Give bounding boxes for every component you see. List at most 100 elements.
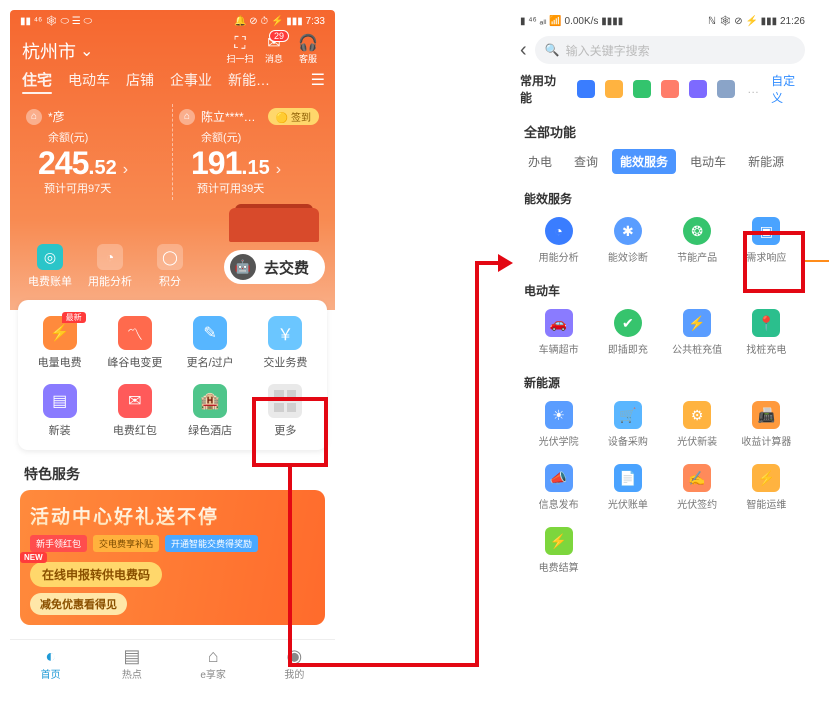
customer-service-button[interactable]: 🎧 客服 (291, 36, 325, 65)
bill-button[interactable]: ◎ 电费账单 (20, 244, 80, 290)
quick-icon[interactable] (689, 80, 707, 98)
search-input[interactable]: 🔍 输入关键字搜索 (535, 36, 805, 64)
subcategory-tab[interactable]: 能效服务 (612, 149, 676, 174)
function-label: 找桩充电 (732, 341, 801, 356)
function-icon: 📠 (752, 401, 780, 429)
function-icon: ￥ (268, 316, 302, 350)
function-icon: ⚡ (683, 309, 711, 337)
function-item[interactable]: 🏨 绿色酒店 (173, 378, 248, 446)
function-label: 公共桩充值 (663, 341, 732, 356)
function-label: 光伏签约 (663, 496, 732, 511)
function-item[interactable]: ✱ 能效诊断 (593, 211, 662, 274)
chevron-right-icon: › (123, 161, 128, 179)
function-icon: ▤ (43, 384, 77, 418)
function-item[interactable]: ⚡ 公共桩充值 (663, 303, 732, 366)
prediction-text: 预计可用39天 (197, 180, 319, 196)
subcategory-tab[interactable]: 电动车 (682, 149, 734, 174)
function-item[interactable]: ▤ 新装 (22, 378, 97, 446)
function-item[interactable]: ￥ 交业务费 (248, 310, 323, 378)
category-tabs: 办电查询能效服务电动车新能源 (510, 147, 815, 182)
function-item[interactable]: ◔ 用能分析 (524, 211, 593, 274)
customize-button[interactable]: 自定义 (771, 72, 805, 106)
function-item[interactable]: ⚙ 光伏新装 (663, 395, 732, 458)
function-item[interactable]: 最新 ⚡ 电量电费 (22, 310, 97, 378)
quick-icon[interactable] (661, 80, 679, 98)
function-item[interactable]: ⚡ 电费结算 (524, 521, 593, 584)
back-button[interactable]: ‹ (520, 39, 527, 62)
city-select[interactable]: 杭州市 (22, 38, 76, 64)
action-row: ◎ 电费账单 ◔ 用能分析 ◯ 积分 🤖 去交费 (10, 242, 335, 300)
menu-icon[interactable]: ☰ (311, 70, 325, 90)
account-card[interactable]: ⌂ *彦 余额(元) 245 . 52 › 预计可用97天 (20, 104, 173, 200)
nav-icon: ▤ (91, 646, 172, 666)
function-label: 即插即充 (593, 341, 662, 356)
function-item[interactable]: 🛒 设备采购 (593, 395, 662, 458)
function-icon: ✉ (118, 384, 152, 418)
category-tab[interactable]: 新能… (228, 70, 270, 90)
function-label: 峰谷电变更 (97, 354, 172, 370)
banner-tag: 交电费享补贴 (93, 535, 159, 552)
balance-int: 191 (191, 145, 241, 182)
balance-dec: 15 (248, 157, 270, 180)
function-icon: 📣 (545, 464, 573, 492)
function-item[interactable]: 📠 收益计算器 (732, 395, 801, 458)
search-icon: 🔍 (545, 43, 560, 57)
function-item[interactable]: 〽 峰谷电变更 (97, 310, 172, 378)
points-button[interactable]: ◯ 积分 (140, 244, 200, 290)
function-icon: 🛒 (614, 401, 642, 429)
decor-sofa (10, 200, 335, 242)
nav-item[interactable]: ⌂e享家 (173, 640, 254, 693)
section-title: 新能源 (524, 374, 801, 391)
ellipsis-icon: … (747, 82, 759, 96)
arrow-head-icon (498, 254, 513, 272)
account-card[interactable]: ⌂ 陈立****… 🟡 签到 余额(元) 191 . 15 › 预计可用39天 (173, 104, 325, 200)
function-item[interactable]: ❂ 节能产品 (663, 211, 732, 274)
function-item[interactable]: 📣 信息发布 (524, 458, 593, 521)
function-item[interactable]: 📄 光伏账单 (593, 458, 662, 521)
function-item[interactable]: 🚗 车辆超市 (524, 303, 593, 366)
status-right: 🔔 ⊘ ⏱ ⚡ ▮▮▮ 7:33 (234, 16, 325, 27)
highlight-box-demand-response (743, 231, 805, 293)
category-tab[interactable]: 住宅 (22, 69, 52, 90)
promo-banner[interactable]: 活动中心好礼送不停 新手领红包交电费享补贴开通智能交费得奖励 在线申报转供电费码… (20, 490, 325, 625)
quick-icon[interactable] (577, 80, 595, 98)
quick-icon[interactable] (633, 80, 651, 98)
function-item[interactable]: ☀ 光伏学院 (524, 395, 593, 458)
quick-icon[interactable] (717, 80, 735, 98)
messages-button[interactable]: ✉ 29 消息 (257, 36, 291, 65)
pointer-line (805, 260, 829, 262)
function-section: 新能源 ☀ 光伏学院🛒 设备采购⚙ 光伏新装📠 收益计算器 📣 信息发布📄 光伏账单… (510, 366, 815, 584)
chevron-down-icon: ⌄ (80, 41, 93, 61)
function-label: 车辆超市 (524, 341, 593, 356)
analysis-button[interactable]: ◔ 用能分析 (80, 244, 140, 290)
function-item[interactable]: ⚡ 智能运维 (732, 458, 801, 521)
function-item[interactable]: ✉ 电费红包 (97, 378, 172, 446)
function-item[interactable]: ✍ 光伏签约 (663, 458, 732, 521)
status-bar: ▮▮ ⁴⁶ 🕸 ⬭ ☰ ⬭ 🔔 ⊘ ⏱ ⚡ ▮▮▮ 7:33 (10, 10, 335, 32)
category-tab[interactable]: 店铺 (126, 70, 154, 90)
scan-icon: ⛶ (223, 36, 257, 52)
quick-icon[interactable] (605, 80, 623, 98)
section-title: 能效服务 (524, 190, 801, 207)
banner-button[interactable]: 在线申报转供电费码 (30, 562, 162, 587)
subcategory-tab[interactable]: 办电 (520, 149, 560, 174)
function-item[interactable]: ✎ 更名/过户 (173, 310, 248, 378)
subcategory-tab[interactable]: 新能源 (740, 149, 792, 174)
function-label: 智能运维 (732, 496, 801, 511)
function-item[interactable]: ✔ 即插即充 (593, 303, 662, 366)
scan-button[interactable]: ⛶ 扫一扫 (223, 36, 257, 65)
go-pay-button[interactable]: 🤖 去交费 (224, 250, 325, 284)
banner-sub: 减免优惠看得见 (30, 593, 127, 615)
function-icon: 〽 (118, 316, 152, 350)
nav-item[interactable]: ▤热点 (91, 640, 172, 693)
function-icon: ◔ (545, 217, 573, 245)
function-icon: ⚡ (752, 464, 780, 492)
category-tab[interactable]: 企事业 (170, 70, 212, 90)
subcategory-tab[interactable]: 查询 (566, 149, 606, 174)
nav-item[interactable]: ◐首页 (10, 640, 91, 693)
category-tab[interactable]: 电动车 (68, 70, 110, 90)
account-cards: ⌂ *彦 余额(元) 245 . 52 › 预计可用97天 ⌂ 陈立****… … (10, 96, 335, 200)
signin-button[interactable]: 🟡 签到 (268, 108, 319, 125)
function-item[interactable]: 📍 找桩充电 (732, 303, 801, 366)
highlight-box-more (252, 397, 328, 467)
